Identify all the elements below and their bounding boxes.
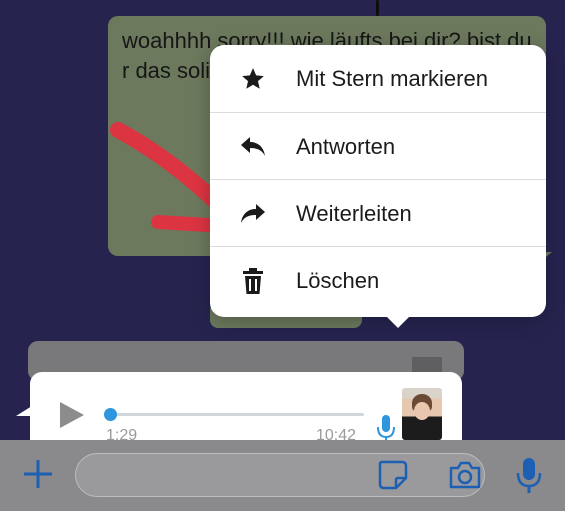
menu-item-star[interactable]: Mit Stern markieren	[210, 45, 546, 112]
sticker-icon[interactable]	[376, 458, 410, 492]
play-icon[interactable]	[56, 400, 86, 430]
voice-progress-knob[interactable]	[104, 408, 117, 421]
voice-progress-track[interactable]	[108, 413, 364, 416]
context-menu: Mit Stern markieren Antworten Weiterleit…	[210, 45, 546, 317]
menu-item-label: Antworten	[296, 133, 396, 159]
message-input[interactable]	[75, 453, 485, 497]
menu-item-forward[interactable]: Weiterleiten	[210, 179, 546, 247]
plus-icon[interactable]	[22, 458, 54, 490]
menu-item-delete[interactable]: Löschen	[210, 246, 546, 314]
menu-item-label: Mit Stern markieren	[296, 65, 488, 91]
microphone-icon[interactable]	[516, 456, 542, 494]
menu-item-label: Weiterleiten	[296, 200, 412, 226]
input-bar	[0, 440, 565, 511]
reply-icon	[238, 132, 268, 162]
star-icon	[238, 64, 268, 94]
avatar-face	[414, 402, 430, 420]
camera-icon[interactable]	[448, 460, 482, 490]
context-menu-caret	[386, 316, 410, 328]
chat-screen: woahhhh sorry!!! wie läufts bei dir? bis…	[0, 0, 565, 511]
avatar[interactable]	[402, 388, 442, 440]
trash-icon	[238, 266, 268, 296]
menu-item-label: Löschen	[296, 267, 380, 293]
menu-item-reply[interactable]: Antworten	[210, 112, 546, 180]
forward-icon	[238, 199, 268, 229]
